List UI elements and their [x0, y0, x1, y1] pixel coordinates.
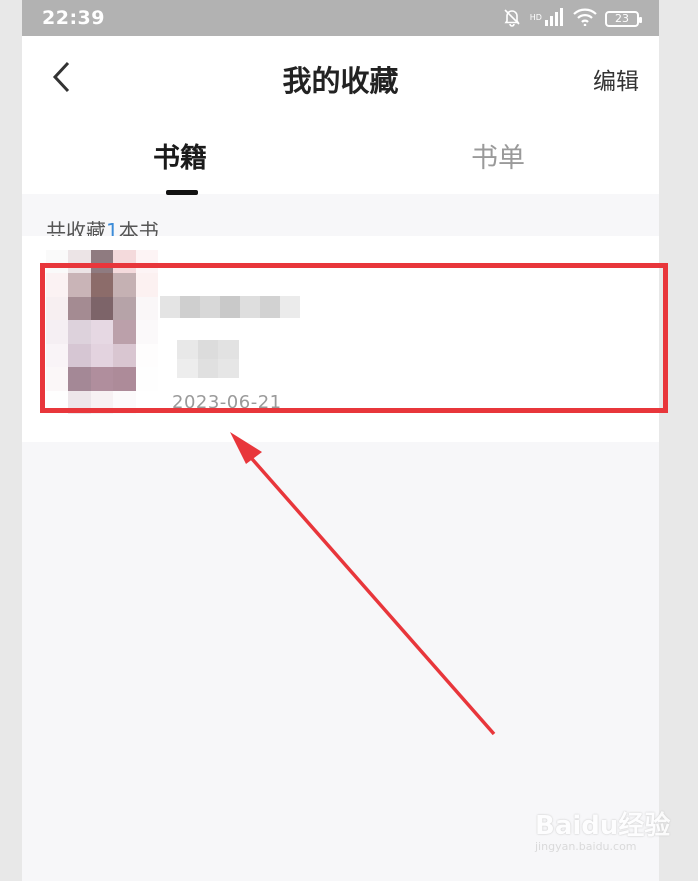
wifi-icon — [573, 8, 597, 30]
phone-screen: 22:39 HD 23 我的收藏 编辑 书籍 书单 共收藏1本书 2023-06… — [22, 0, 659, 881]
signal-icon: HD — [530, 8, 565, 30]
header: 我的收藏 编辑 书籍 书单 — [22, 36, 659, 195]
active-tab-indicator — [166, 190, 198, 195]
watermark-text: Baidu经验 — [535, 811, 671, 841]
network-type-label: HD — [529, 13, 542, 22]
edit-button[interactable]: 编辑 — [593, 62, 639, 96]
page-title: 我的收藏 — [282, 64, 399, 98]
baidu-watermark: Baidu经验 jingyan.baidu.com — [535, 805, 670, 853]
mute-bell-icon — [502, 7, 522, 31]
tab-book-lists[interactable]: 书单 — [471, 136, 525, 175]
highlight-box — [40, 263, 668, 413]
status-bar: 22:39 HD 23 — [22, 0, 659, 36]
status-icons: HD 23 — [502, 7, 642, 31]
status-time: 22:39 — [42, 7, 105, 29]
tab-books[interactable]: 书籍 — [153, 136, 207, 175]
battery-icon: 23 — [605, 11, 642, 27]
watermark-url: jingyan.baidu.com — [535, 840, 637, 853]
battery-level: 23 — [615, 12, 629, 25]
